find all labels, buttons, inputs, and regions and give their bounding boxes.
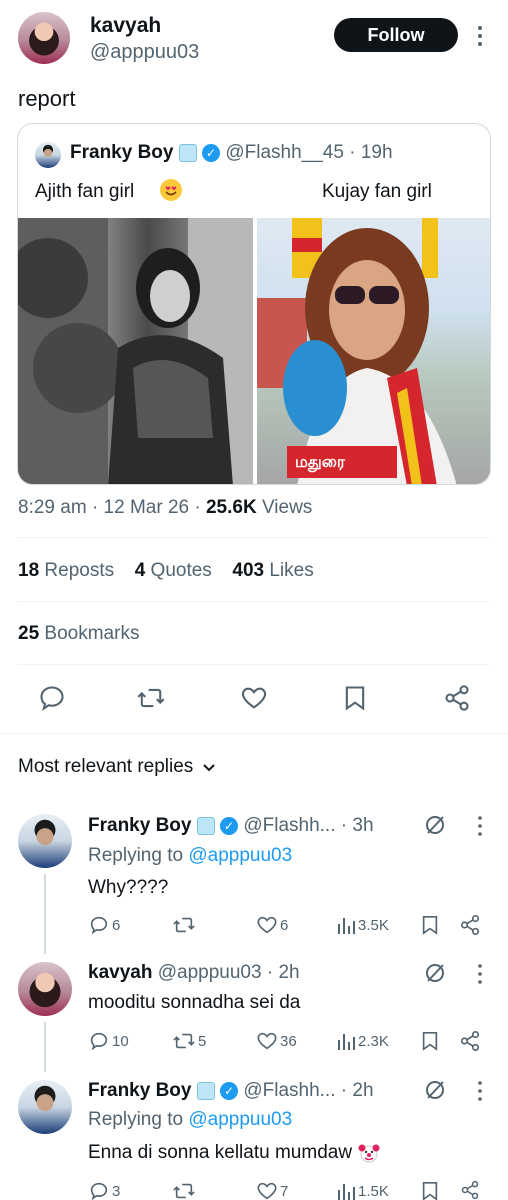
view-count[interactable]: 2.3K [336, 1030, 389, 1052]
like-count[interactable]: 6 [256, 914, 288, 936]
reply-handle[interactable]: @Flashh... [243, 815, 335, 836]
reply-avatar[interactable] [18, 962, 72, 1016]
more-options-icon[interactable] [476, 815, 484, 837]
quoted-time: 19h [360, 142, 393, 163]
reply-name[interactable]: Franky Boy [88, 815, 191, 836]
tweet-date[interactable]: 12 Mar 26 [104, 497, 190, 518]
quoted-handle: @Flashh__45 [225, 142, 344, 163]
clown-face-icon [358, 1142, 380, 1164]
author-name[interactable]: kavyah [90, 14, 161, 38]
replies-sort-dropdown[interactable]: Most relevant replies [18, 756, 217, 778]
replying-to-handle[interactable]: @apppuu03 [188, 845, 292, 866]
reply-time[interactable]: 3h [352, 815, 373, 836]
verified-icon: ✓ [220, 816, 239, 835]
author-avatar[interactable] [18, 12, 70, 64]
quotes-metric[interactable]: 4 Quotes [135, 560, 217, 581]
bookmark-icon[interactable] [420, 914, 440, 936]
views-label: Views [261, 497, 313, 518]
grok-icon[interactable] [424, 814, 446, 836]
reply-count[interactable]: 3 [88, 1180, 120, 1200]
like-count[interactable]: 7 [256, 1180, 288, 1200]
verified-icon: ✓ [202, 143, 221, 162]
smiling-face-hearts-icon [160, 179, 182, 201]
like-icon[interactable] [240, 684, 268, 712]
quoted-tweet-card[interactable]: Franky Boy ✓ @Flashh__45 · 19h Ajith fan… [17, 123, 491, 485]
share-icon[interactable] [459, 1030, 481, 1052]
grok-icon[interactable] [424, 1079, 446, 1101]
author-handle[interactable]: @apppuu03 [90, 41, 199, 64]
reply-text: mooditu sonnadha sei da [88, 992, 301, 1013]
share-icon[interactable] [459, 914, 481, 936]
reply-handle[interactable]: @Flashh... [243, 1080, 335, 1101]
reply-handle[interactable]: @apppuu03 [158, 962, 262, 983]
more-options-icon[interactable] [476, 963, 484, 985]
replying-to-handle[interactable]: @apppuu03 [188, 1109, 292, 1130]
more-options-icon[interactable] [473, 24, 487, 48]
reposts-metric[interactable]: 18 Reposts [18, 560, 119, 581]
divider [18, 537, 490, 538]
view-count[interactable]: 1.5K [336, 1180, 389, 1200]
right-photo[interactable]: மதுரை [257, 218, 490, 484]
bookmark-icon[interactable] [420, 1180, 440, 1200]
repost-count[interactable]: 5 [172, 1030, 206, 1052]
left-photo[interactable] [18, 218, 253, 484]
reply-count[interactable]: 6 [88, 914, 120, 936]
ice-cube-icon [196, 1081, 215, 1100]
reply-name[interactable]: kavyah [88, 962, 152, 983]
repost-icon[interactable] [136, 684, 166, 712]
left-caption: Ajith fan girl [35, 181, 135, 202]
reply-avatar[interactable] [18, 1080, 72, 1134]
more-options-icon[interactable] [476, 1080, 484, 1102]
reply-time[interactable]: 2h [278, 962, 299, 983]
like-count[interactable]: 36 [256, 1030, 297, 1052]
repost-count[interactable] [172, 1180, 198, 1200]
replying-to-label: Replying to [88, 845, 184, 866]
divider [18, 601, 490, 602]
tweet-text: report [18, 86, 76, 111]
divider [0, 733, 508, 734]
bookmarks-metric[interactable]: 25 Bookmarks [18, 623, 139, 645]
reply-text: Why???? [88, 877, 169, 898]
quoted-avatar [35, 142, 61, 168]
replying-to-label: Replying to [88, 1109, 184, 1130]
bookmark-icon[interactable] [420, 1030, 440, 1052]
share-icon[interactable] [443, 684, 471, 712]
thread-line [44, 1022, 46, 1072]
replies-header-label: Most relevant replies [18, 756, 194, 777]
tweet-time[interactable]: 8:29 am [18, 497, 87, 518]
share-icon[interactable] [459, 1180, 481, 1200]
quoted-name: Franky Boy [70, 142, 174, 163]
reply-icon[interactable] [38, 684, 66, 712]
follow-button[interactable]: Follow [334, 18, 458, 52]
right-banner-text: மதுரை [295, 452, 346, 471]
chevron-down-icon [201, 759, 217, 775]
divider [18, 664, 490, 665]
ice-cube-icon [196, 816, 215, 835]
view-count[interactable]: 3.5K [336, 914, 389, 936]
reply-text: Enna di sonna kellatu mumdaw [88, 1142, 353, 1163]
reply-count[interactable]: 10 [88, 1030, 129, 1052]
reply-avatar[interactable] [18, 814, 72, 868]
thread-line [44, 874, 46, 954]
grok-icon[interactable] [424, 962, 446, 984]
dot-separator: · [349, 142, 356, 163]
reply-time[interactable]: 2h [352, 1080, 373, 1101]
likes-metric[interactable]: 403 Likes [232, 560, 313, 581]
repost-count[interactable] [172, 914, 198, 936]
views-count: 25.6K [205, 497, 257, 518]
verified-icon: ✓ [220, 1081, 239, 1100]
ice-cube-icon [178, 143, 197, 162]
right-caption: Kujay fan girl [322, 181, 432, 202]
bookmark-icon[interactable] [342, 684, 368, 712]
reply-name[interactable]: Franky Boy [88, 1080, 191, 1101]
